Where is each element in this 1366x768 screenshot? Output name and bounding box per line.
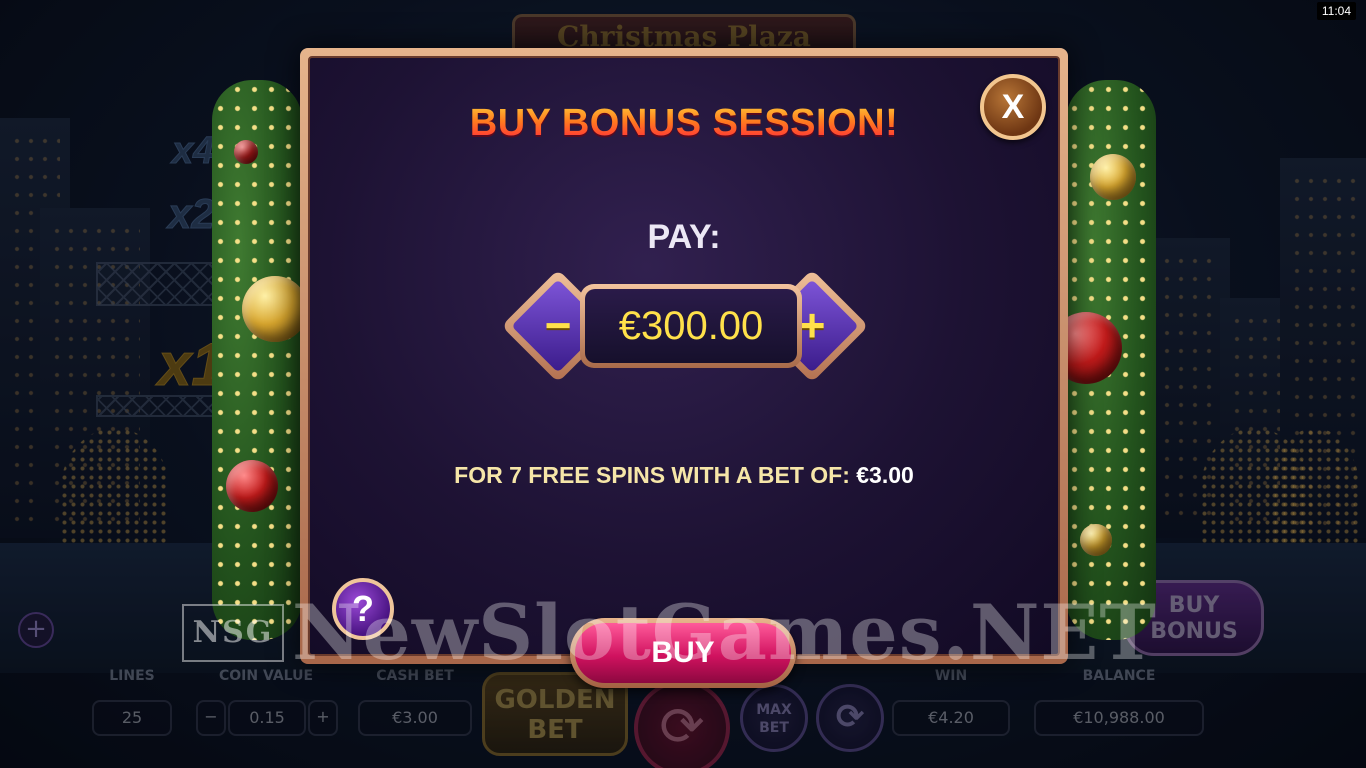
price-stepper: − + €300.00 xyxy=(500,269,870,383)
free-spins-description: FOR 7 FREE SPINS WITH A BET OF: €3.00 xyxy=(310,462,1058,489)
pay-label: PAY: xyxy=(647,218,721,256)
red-ornament xyxy=(226,460,278,512)
price-value: €300.00 xyxy=(585,289,797,363)
buy-bonus-dialog: BUY BONUS SESSION! X PAY: − + €300.00 FO… xyxy=(300,48,1068,664)
free-spins-text: FOR 7 FREE SPINS WITH A BET OF: xyxy=(454,462,850,488)
dialog-panel: BUY BONUS SESSION! X PAY: − + €300.00 FO… xyxy=(308,56,1060,656)
bet-value: €3.00 xyxy=(856,462,914,488)
close-button[interactable]: X xyxy=(980,74,1046,140)
red-ornament xyxy=(234,140,258,164)
dialog-title: BUY BONUS SESSION! xyxy=(310,102,1058,145)
watermark-logo: NSG xyxy=(182,604,284,662)
system-clock: 11:04 xyxy=(1316,2,1356,20)
gold-ornament xyxy=(1090,154,1136,200)
price-display: €300.00 xyxy=(580,284,802,368)
garland-left xyxy=(212,80,302,640)
gold-ornament xyxy=(1080,524,1112,556)
gold-ornament xyxy=(242,276,308,342)
watermark-text: NewSlotGames.NET xyxy=(292,588,1157,677)
